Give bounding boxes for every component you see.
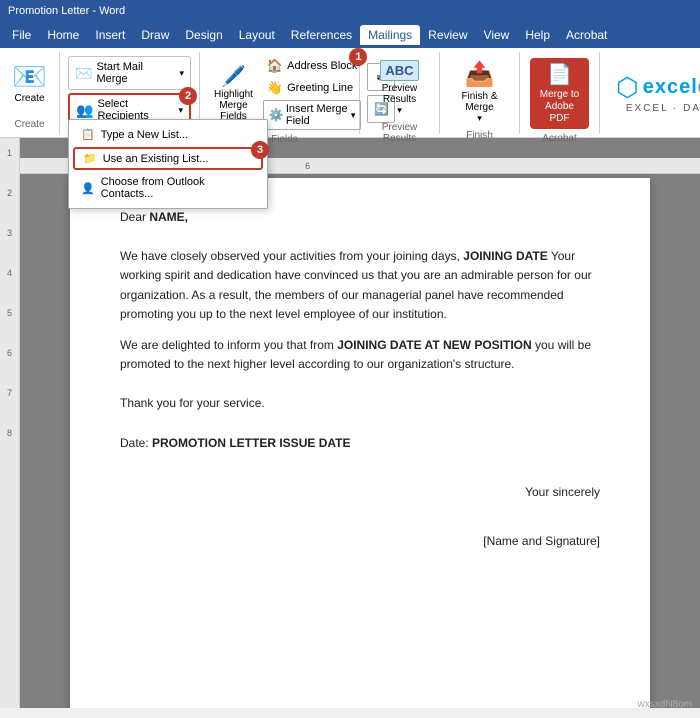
finish-icon: 📤 (465, 60, 495, 89)
type-new-list-item[interactable]: 📋 Type a New List... (69, 123, 267, 146)
type-new-list-label: Type a New List... (101, 129, 188, 141)
filename: Promotion Letter - Word (8, 5, 125, 17)
contacts-icon: 👤 (81, 182, 95, 195)
merge-field-dropdown-icon: ▾ (351, 110, 356, 121)
document-page: Dear NAME, We have closely observed your… (70, 178, 650, 708)
para2-text-a: We are delighted to inform you that from (120, 338, 337, 352)
menubar-item-design[interactable]: Design (177, 25, 230, 45)
use-existing-list-label: Use an Existing List... (103, 153, 209, 165)
menubar-item-view[interactable]: View (476, 25, 518, 45)
closing-paragraph: Your sincerely (120, 483, 600, 502)
main-area: 1 2 3 4 5 6 7 8 1 2 3 4 5 6 Dear NAME, W… (0, 138, 700, 708)
date-field: PROMOTION LETTER ISSUE DATE (152, 436, 350, 450)
acrobat-group-label: Acrobat (542, 131, 576, 144)
menubar-item-references[interactable]: References (283, 25, 360, 45)
watermark: wxsxdN8om (638, 699, 692, 708)
menubar-item-draw[interactable]: Draw (133, 25, 177, 45)
menubar-item-help[interactable]: Help (517, 25, 558, 45)
para1-text-a: We have closely observed your activities… (120, 249, 463, 263)
logo-container: ⬡ exceldemy EXCEL · DATA · BI (600, 52, 700, 134)
thanks-paragraph: Thank you for your service. (120, 394, 600, 413)
titlebar: Promotion Letter - Word (0, 0, 700, 22)
choose-outlook-contacts-item[interactable]: 👤 Choose from Outlook Contacts... (69, 171, 267, 205)
finish-merge-button[interactable]: 📤 Finish &Merge ▾ (453, 56, 505, 128)
folder-icon: 📁 (83, 152, 97, 165)
side-ruler: 1 2 3 4 5 6 7 8 (0, 138, 20, 708)
highlight-label: HighlightMerge Fields (214, 89, 253, 122)
logo-hex-icon: ⬡ (616, 72, 639, 103)
menubar-item-insert[interactable]: Insert (87, 25, 133, 45)
finish-group-label: Finish (466, 128, 493, 141)
joining-date-new-field: JOINING DATE AT NEW POSITION (337, 338, 531, 352)
create-label: Create (14, 93, 44, 104)
menubar-item-layout[interactable]: Layout (231, 25, 283, 45)
greeting-line-button[interactable]: 👋 Greeting Line (263, 78, 362, 98)
select-recipients-dropdown: 📋 Type a New List... 📁 Use an Existing L… (68, 119, 268, 209)
create-icon: 📧 (12, 60, 47, 93)
menubar-item-mailings[interactable]: Mailings (360, 25, 420, 45)
greeting-paragraph: Dear NAME, (120, 208, 600, 227)
adobe-icon: 📄 (547, 62, 572, 87)
recipients-dropdown-icon: ▾ (178, 105, 183, 116)
ribbon-group-start-mailmerge: ✉️ Start Mail Merge ▾ 👥 Select Recipient… (60, 52, 200, 134)
choose-outlook-label: Choose from Outlook Contacts... (101, 176, 255, 200)
insert-merge-field-label: Insert Merge Field (286, 103, 349, 127)
paragraph-1: We have closely observed your activities… (120, 247, 600, 324)
menubar-item-home[interactable]: Home (39, 25, 87, 45)
signature-paragraph: [Name and Signature] (120, 532, 600, 551)
list-icon: 📋 (81, 128, 95, 141)
name-field: NAME, (149, 210, 188, 224)
menubar: File Home Insert Draw Design Layout Refe… (0, 22, 700, 48)
badge-use-existing: 3 (251, 141, 269, 159)
paragraph-2: We are delighted to inform you that from… (120, 336, 600, 374)
select-recipients-container: 👥 Select Recipients ▾ 2 📋 Type a New Lis… (68, 93, 191, 129)
preview-results-button[interactable]: ABC PreviewResults ▾ (372, 56, 426, 120)
address-block-button[interactable]: 🏠 Address Block 1 (263, 56, 362, 76)
date-label: Date: (120, 436, 152, 450)
date-paragraph: Date: PROMOTION LETTER ISSUE DATE (120, 434, 600, 453)
envelope-icon: ✉️ (75, 65, 92, 82)
ribbon-group-create: 📧 Create Create (0, 52, 60, 134)
start-mailmerge-button[interactable]: ✉️ Start Mail Merge ▾ (68, 56, 191, 90)
create-button[interactable]: 📧 Create (5, 56, 55, 108)
logo-sub: EXCEL · DATA · BI (626, 103, 700, 114)
badge-select-recipients: 2 (179, 87, 197, 105)
greeting-line-label: Greeting Line (287, 82, 353, 94)
highlight-merge-button[interactable]: 🖊️ HighlightMerge Fields (208, 60, 259, 126)
logo-text: exceldemy (643, 76, 700, 99)
start-mailmerge-label: Start Mail Merge (96, 61, 175, 85)
create-group-label: Create (14, 117, 44, 130)
recipients-icon: 👥 (76, 102, 93, 119)
menubar-item-acrobat[interactable]: Acrobat (558, 25, 615, 45)
abc-icon: ABC (380, 60, 418, 81)
ribbon-group-preview: ABC PreviewResults ▾ Preview Results (360, 52, 440, 134)
menubar-item-review[interactable]: Review (420, 25, 475, 45)
preview-dropdown-icon: ▾ (397, 105, 402, 116)
greeting-icon: 👋 (267, 80, 283, 96)
ribbon-group-finish: 📤 Finish &Merge ▾ Finish (440, 52, 520, 134)
dear-text: Dear (120, 210, 149, 224)
merge-field-icon: ⚙️ (269, 108, 284, 122)
ribbon-group-acrobat: 📄 Merge toAdobe PDF Acrobat (520, 52, 600, 134)
insert-merge-field-button[interactable]: ⚙️ Insert Merge Field ▾ (263, 100, 362, 130)
address-block-icon: 🏠 (267, 58, 283, 74)
document-area[interactable]: 1 2 3 4 5 6 Dear NAME, We have closely o… (20, 138, 700, 708)
dropdown-arrow-icon: ▾ (179, 68, 184, 79)
joining-date-field: JOINING DATE (463, 249, 547, 263)
address-block-label: Address Block (287, 60, 357, 72)
merge-adobe-button[interactable]: 📄 Merge toAdobe PDF (530, 58, 589, 129)
use-existing-list-item[interactable]: 📁 Use an Existing List... 3 (73, 147, 263, 170)
finish-dropdown-icon: ▾ (477, 113, 482, 124)
highlight-icon: 🖊️ (221, 64, 246, 89)
ribbon: 📧 Create Create ✉️ Start Mail Merge ▾ 👥 … (0, 48, 700, 138)
preview-group-label: Preview Results (368, 120, 431, 144)
menubar-item-file[interactable]: File (4, 25, 39, 45)
